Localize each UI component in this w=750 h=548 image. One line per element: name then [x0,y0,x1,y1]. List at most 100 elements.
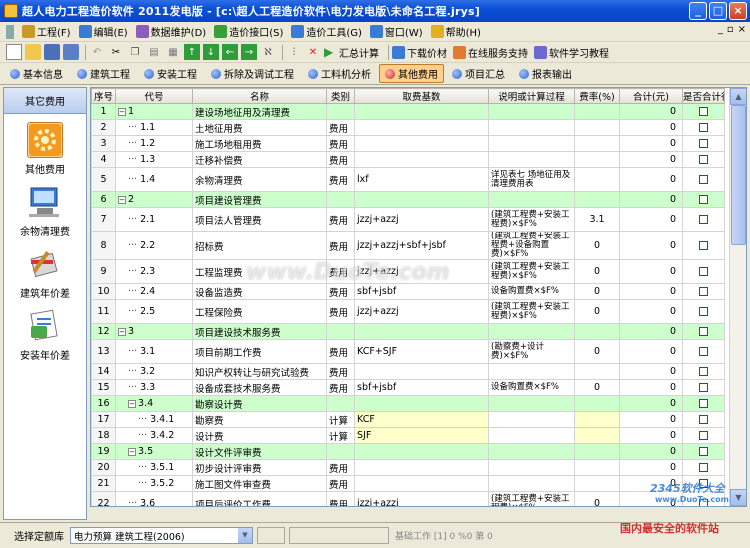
title-bar[interactable]: 超人电力工程造价软件 2011发电版 - [c:\超人工程造价软件\电力发电版\… [0,0,750,22]
find-icon[interactable]: ℵ [260,44,276,60]
save-all-icon[interactable] [63,44,79,60]
type-cell[interactable]: 费用 [326,491,355,506]
type-cell[interactable]: 费用 [326,475,355,492]
left-item-building-price-diff[interactable]: 建筑年价差 [4,246,86,300]
is-total-checkbox[interactable] [699,431,708,440]
is-total-checkbox[interactable] [699,347,708,356]
vertical-scrollbar[interactable]: ▲ ▼ [729,88,746,506]
type-cell[interactable]: 费用 [326,299,355,324]
name-cell[interactable]: 项目建设技术服务费 [192,323,327,340]
column-header[interactable]: 费率(%) [574,88,620,104]
rate-cell[interactable] [574,443,620,460]
table-row[interactable]: 11 ··· 2.5 工程保险费 费用 jzzj+azzj (建筑工程费+安装工程费)×$… [91,299,725,324]
row-number-cell[interactable]: 6 [91,191,116,208]
table-row[interactable]: 16−3.4 勘察设计费 0 [91,395,725,412]
mdi-control-button[interactable]: × [738,24,746,35]
close-button[interactable]: × [729,2,747,20]
description-cell[interactable]: 设备购置费×$F% [488,379,575,396]
code-cell[interactable]: ··· 2.2 [115,231,193,260]
is-total-cell[interactable] [682,339,725,364]
is-total-checkbox[interactable] [699,155,708,164]
insert-row-icon[interactable]: ⫶ [286,44,302,60]
total-cell[interactable]: 0 [619,339,683,364]
left-item-install-price-diff[interactable]: 安装年价差 [4,308,86,362]
menu-item[interactable]: 窗口(W) [366,23,427,41]
name-cell[interactable]: 设备监造费 [192,283,327,300]
fee-base-cell[interactable]: KCF [354,411,489,428]
total-cell[interactable]: 0 [619,411,683,428]
table-row[interactable]: 5 ··· 1.4 余物清理费 费用 lxf 详见表七 场地征用及清理费用表 0 [91,167,725,192]
type-cell[interactable]: 费用 [326,339,355,364]
table-row[interactable]: 19−3.5 设计文件评审费 0 [91,443,725,460]
type-cell[interactable]: 费用 [326,135,355,152]
table-row[interactable]: 20 ··· 3.5.1 初步设计评审费 费用 0 [91,459,725,476]
is-total-cell[interactable] [682,411,725,428]
rate-cell[interactable]: 0 [574,339,620,364]
table-row[interactable]: 14 ··· 3.2 知识产权转让与研究试验费 费用 0 [91,363,725,380]
name-cell[interactable]: 迁移补偿费 [192,151,327,168]
is-total-checkbox[interactable] [699,499,708,506]
is-total-checkbox[interactable] [699,267,708,276]
table-row[interactable]: 7 ··· 2.1 项目法人管理费 费用 jzzj+azzj (建筑工程费+安装工程费)×… [91,207,725,232]
name-cell[interactable]: 施工场地租用费 [192,135,327,152]
menu-item[interactable]: 数据维护(D) [132,23,211,41]
minimize-button[interactable]: _ [689,2,707,20]
tutorial-button[interactable]: 软件学习教程 [534,45,609,60]
row-number-cell[interactable]: 19 [91,443,116,460]
row-number-cell[interactable]: 17 [91,411,116,428]
total-cell[interactable]: 0 [619,491,683,506]
scroll-down-arrow[interactable]: ▼ [730,489,746,506]
rate-cell[interactable]: 0 [574,259,620,284]
name-cell[interactable]: 项目前期工作费 [192,339,327,364]
column-header[interactable]: 是否合计行 [682,88,725,104]
column-header[interactable]: 序号 [91,88,116,104]
total-cell[interactable]: 0 [619,459,683,476]
description-cell[interactable] [488,191,575,208]
column-header[interactable]: 名称 [192,88,327,104]
description-cell[interactable] [488,363,575,380]
row-number-cell[interactable]: 15 [91,379,116,396]
fee-base-cell[interactable]: jzzj+azzj [354,259,489,284]
table-row[interactable]: 17 ··· 3.4.1 勘察费 计算 KCF 0 [91,411,725,428]
mdi-control-button[interactable]: ▫ [727,24,734,35]
description-cell[interactable] [488,395,575,412]
type-cell[interactable] [326,191,355,208]
app-menu-icon[interactable] [6,24,14,39]
fee-base-cell[interactable] [354,119,489,136]
is-total-cell[interactable] [682,395,725,412]
rate-cell[interactable]: 0 [574,379,620,396]
total-cell[interactable]: 0 [619,167,683,192]
table-row[interactable]: 9 ··· 2.3 工程监理费 费用 jzzj+azzj (建筑工程费+安装工程费)×$F… [91,259,725,284]
name-cell[interactable]: 工程监理费 [192,259,327,284]
type-cell[interactable]: 费用 [326,231,355,260]
paste-special-icon[interactable]: ▦ [165,44,181,60]
module-tab[interactable]: 基本信息 [4,64,69,83]
description-cell[interactable]: (建筑工程费+安装工程费)×$F% [488,491,575,506]
name-cell[interactable]: 设计费 [192,427,327,444]
fee-base-cell[interactable]: SJF [354,427,489,444]
code-cell[interactable]: ··· 3.6 [115,491,193,506]
rate-cell[interactable] [574,167,620,192]
fee-base-cell[interactable]: jzzj+azzj+sbf+jsbf [354,231,489,260]
fee-base-cell[interactable] [354,191,489,208]
description-cell[interactable]: (建筑工程费+安装工程费)×$F% [488,259,575,284]
is-total-checkbox[interactable] [699,107,708,116]
collapse-icon[interactable]: − [118,327,126,336]
rate-cell[interactable] [574,323,620,340]
row-number-cell[interactable]: 12 [91,323,116,340]
description-cell[interactable] [488,151,575,168]
is-total-cell[interactable] [682,443,725,460]
menu-item[interactable]: 造价接口(S) [210,23,287,41]
is-total-checkbox[interactable] [699,123,708,132]
table-row[interactable]: 2 ··· 1.1 土地征用费 费用 0 [91,119,725,136]
column-header[interactable]: 取费基数 [354,88,489,104]
name-cell[interactable]: 项目建设管理费 [192,191,327,208]
description-cell[interactable] [488,427,575,444]
fee-base-cell[interactable] [354,135,489,152]
table-row[interactable]: 12−3 项目建设技术服务费 0 [91,323,725,340]
menu-item[interactable]: 帮助(H) [427,23,485,41]
is-total-checkbox[interactable] [699,327,708,336]
row-number-cell[interactable]: 4 [91,151,116,168]
column-header[interactable]: 说明或计算过程 [488,88,575,104]
is-total-checkbox[interactable] [699,195,708,204]
